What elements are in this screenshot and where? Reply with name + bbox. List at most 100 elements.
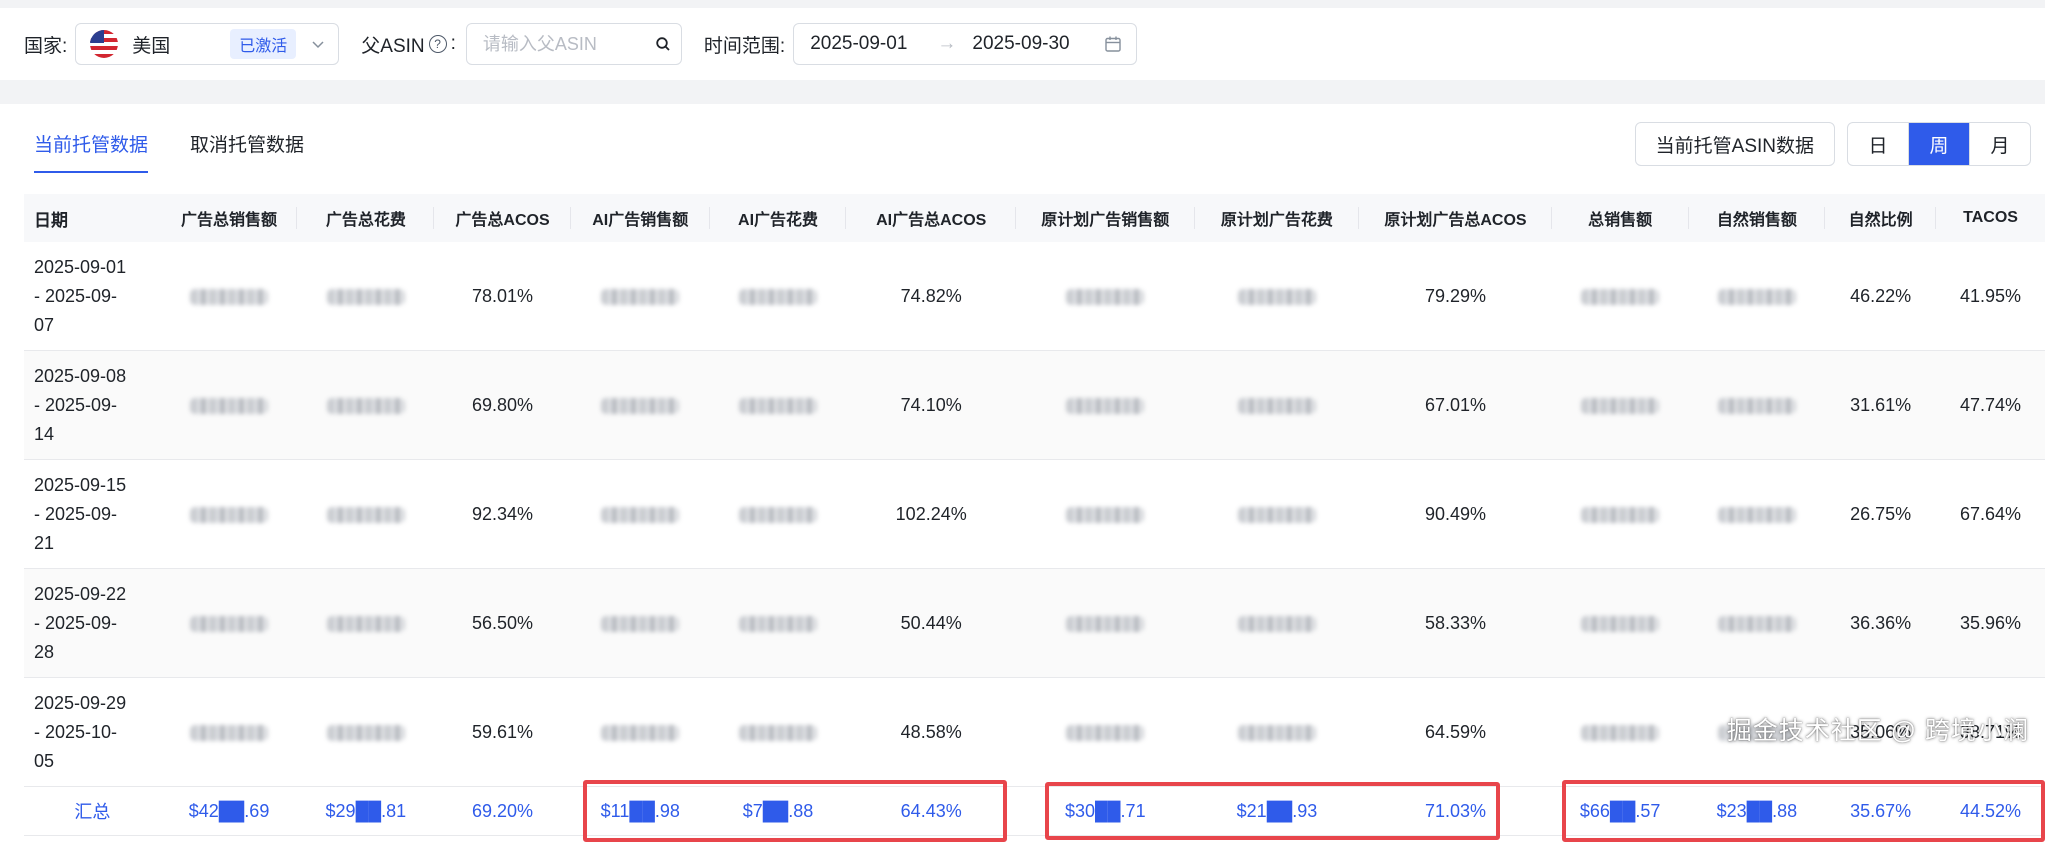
orig-acos-cell: 67.01%: [1359, 350, 1552, 460]
blurred-value: [1688, 350, 1826, 460]
total-row: 汇总 $42██.69 $29██.81 69.20% $11██.98 $7█…: [24, 786, 2045, 836]
date-cell: 2025-09-01- 2025-09- 07: [24, 242, 161, 351]
blurred-value: [1194, 350, 1360, 460]
blurred-value: [1194, 459, 1360, 569]
header-orig-acos: 原计划广告总ACOS: [1359, 194, 1552, 242]
table-row: 2025-09-15- 2025-09- 21 92.34% 102.24% 90…: [24, 459, 2045, 569]
tacos-cell: 35.96%: [1936, 568, 2045, 678]
period-day-option[interactable]: 日: [1848, 123, 1908, 165]
orig-acos-cell: 79.29%: [1359, 242, 1552, 351]
blurred-value: [297, 242, 435, 351]
country-label: 国家:: [24, 35, 68, 57]
blurred-value: [570, 459, 710, 569]
date-range-picker[interactable]: 2025-09-01 → 2025-09-30: [793, 23, 1138, 65]
blurred-value: [1016, 677, 1195, 787]
blurred-value: [1551, 677, 1689, 787]
date-cell: 2025-09-08- 2025-09- 14: [24, 350, 161, 460]
blurred-value: [570, 350, 710, 460]
ad-acos-cell: 92.34%: [434, 459, 571, 569]
blurred-value: [709, 677, 847, 787]
date-range-label: 时间范围:: [703, 35, 786, 57]
blurred-value: [709, 350, 847, 460]
us-flag-icon: [90, 30, 119, 58]
header-orig-sales: 原计划广告销售额: [1016, 194, 1195, 242]
blurred-value: [570, 242, 710, 351]
current-asin-data-button[interactable]: 当前托管ASIN数据: [1634, 122, 1835, 166]
total-natural-ratio: 35.67%: [1825, 786, 1937, 836]
blurred-value: [709, 242, 847, 351]
ad-acos-cell: 56.50%: [434, 568, 571, 678]
orig-acos-cell: 90.49%: [1359, 459, 1552, 569]
total-natural-sales: $23██.88: [1688, 786, 1826, 836]
total-orig-spend: $21██.93: [1194, 786, 1360, 836]
blurred-value: [297, 459, 435, 569]
blurred-value: [1016, 459, 1195, 569]
blurred-value: [709, 568, 847, 678]
blurred-value: [297, 677, 435, 787]
period-week-option[interactable]: 周: [1908, 123, 1969, 165]
table-row: 2025-09-08- 2025-09- 14 69.80% 74.10% 67.…: [24, 350, 2045, 460]
blurred-value: [1194, 677, 1360, 787]
header-ad-acos: 广告总ACOS: [434, 194, 571, 242]
blurred-value: [1688, 568, 1826, 678]
table-header-row: 日期 广告总销售额 广告总花费 广告总ACOS AI广告销售额 AI广告花费 A…: [24, 194, 2045, 242]
calendar-icon: [1105, 36, 1121, 52]
header-ai-sales: AI广告销售额: [570, 194, 710, 242]
tab-cancelled-managed[interactable]: 取消托管数据: [190, 130, 304, 173]
table-row: 2025-09-22- 2025-09- 28 56.50% 50.44% 58.…: [24, 568, 2045, 678]
date-start[interactable]: 2025-09-01: [810, 33, 907, 55]
header-ai-acos: AI广告总ACOS: [846, 194, 1016, 242]
blurred-value: [1688, 242, 1826, 351]
help-icon[interactable]: ?: [428, 35, 447, 53]
header-ad-spend: 广告总花费: [297, 194, 435, 242]
total-tacos: 44.52%: [1936, 786, 2045, 836]
ai-acos-cell: 74.10%: [846, 350, 1016, 460]
total-ai-acos: 64.43%: [846, 786, 1016, 836]
blurred-value: [570, 568, 710, 678]
filter-bar: 国家: 美国 已激活 父ASIN ? : 时间范围: 2025-09-01 → …: [0, 8, 2045, 80]
blurred-value: [160, 242, 298, 351]
blurred-value: [1194, 568, 1360, 678]
country-select[interactable]: 美国 已激活: [75, 23, 340, 65]
orig-acos-cell: 58.33%: [1359, 568, 1552, 678]
header-natural-ratio: 自然比例: [1825, 194, 1937, 242]
blurred-value: [1016, 568, 1195, 678]
header-ai-spend: AI广告花费: [709, 194, 847, 242]
blurred-value: [709, 459, 847, 569]
country-value: 美国: [132, 35, 171, 57]
ad-acos-cell: 69.80%: [434, 350, 571, 460]
asin-search-input[interactable]: [480, 32, 655, 56]
total-orig-sales: $30██.71: [1016, 786, 1195, 836]
date-cell: 2025-09-29- 2025-10- 05: [24, 677, 161, 787]
blurred-value: [160, 677, 298, 787]
total-orig-acos: 71.03%: [1359, 786, 1552, 836]
blurred-value: [297, 568, 435, 678]
search-icon[interactable]: [655, 36, 671, 52]
header-date: 日期: [24, 194, 161, 242]
ai-acos-cell: 50.44%: [846, 568, 1016, 678]
total-ai-sales: $11██.98: [570, 786, 710, 836]
blurred-value: [160, 568, 298, 678]
header-ad-sales: 广告总销售额: [160, 194, 298, 242]
natural-ratio-cell: 46.22%: [1825, 242, 1937, 351]
tab-current-managed[interactable]: 当前托管数据: [34, 130, 149, 173]
data-panel: 当前托管数据 取消托管数据 当前托管ASIN数据 日 周 月 日期 广告总销售额…: [0, 104, 2045, 865]
asin-label-text: 父ASIN: [361, 35, 425, 57]
natural-ratio-cell: 36.36%: [1825, 568, 1937, 678]
natural-ratio-cell: 31.61%: [1825, 350, 1937, 460]
header-orig-spend: 原计划广告花费: [1194, 194, 1360, 242]
blurred-value: [1194, 242, 1360, 351]
total-ad-spend: $29██.81: [297, 786, 435, 836]
asin-label-colon: :: [450, 33, 456, 54]
period-month-option[interactable]: 月: [1969, 123, 2030, 165]
date-end[interactable]: 2025-09-30: [972, 33, 1069, 55]
blurred-value: [1551, 350, 1689, 460]
header-total-sales: 总销售额: [1551, 194, 1689, 242]
status-badge: 已激活: [230, 29, 297, 59]
tacos-cell: 41.95%: [1936, 242, 2045, 351]
total-ai-spend: $7██.88: [709, 786, 847, 836]
tab-bar: 当前托管数据 取消托管数据: [34, 130, 346, 173]
table-row: 2025-09-01- 2025-09- 07 78.01% 74.82% 79.…: [24, 242, 2045, 351]
blurred-value: [1016, 350, 1195, 460]
blurred-value: [1016, 242, 1195, 351]
